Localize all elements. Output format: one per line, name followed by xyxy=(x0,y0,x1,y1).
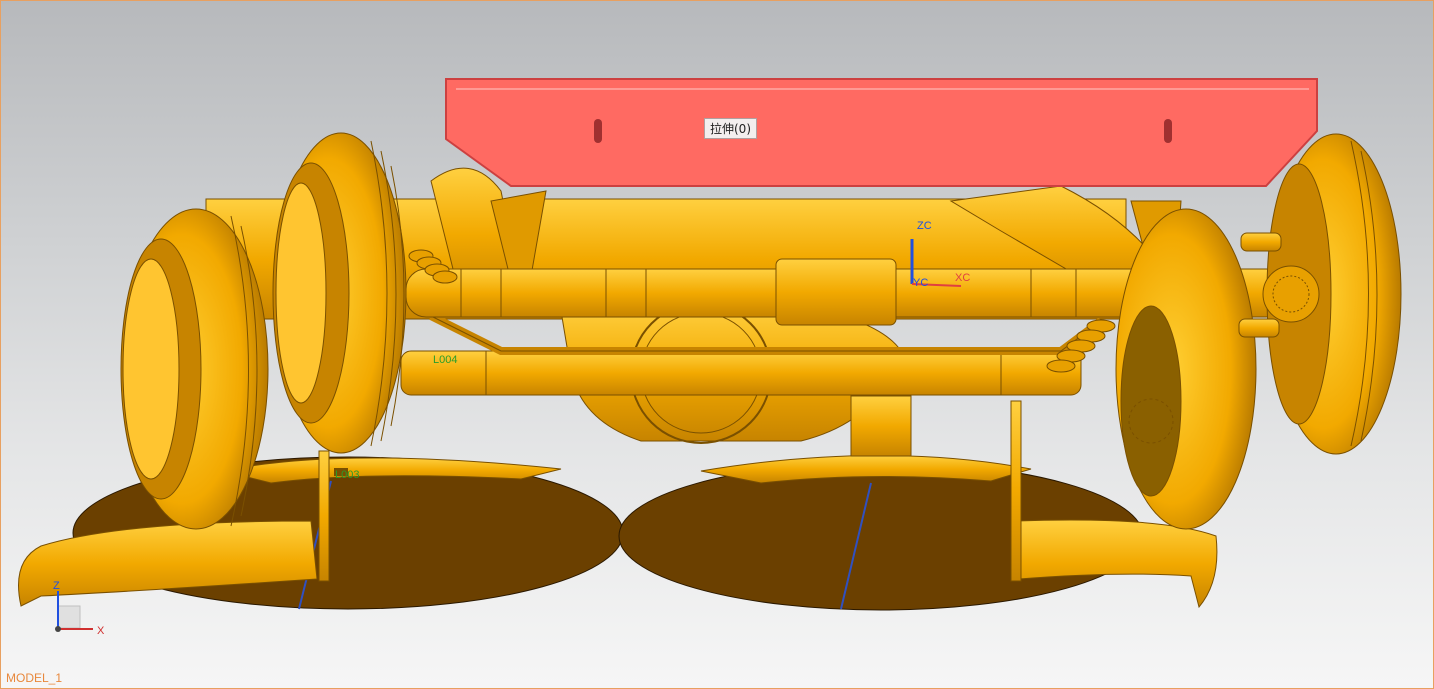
model-name: MODEL_1 xyxy=(6,671,63,685)
label-l004: L004 xyxy=(433,354,457,366)
graphics-viewport[interactable]: L004 L003 ZC YC XC Z X 拉伸(0) MODEL_1 xyxy=(0,0,1434,689)
right-post xyxy=(1010,400,1022,582)
left-post xyxy=(318,450,330,582)
wcs-z-label: ZC xyxy=(917,220,932,232)
triad-x-label: X xyxy=(97,625,105,637)
triad-z-label: Z xyxy=(53,580,60,592)
left-rear-wheel[interactable] xyxy=(120,208,269,530)
wcs-y-label: YC xyxy=(913,277,928,289)
right-rear-wheel[interactable] xyxy=(1115,208,1257,530)
label-l003: L003 xyxy=(335,469,359,481)
wcs-x-label: XC xyxy=(955,272,970,284)
cad-scene[interactable]: L004 L003 ZC YC XC Z X xyxy=(1,1,1433,688)
feature-tag-extrude[interactable]: 拉伸(0) xyxy=(704,118,757,139)
lower-axle[interactable] xyxy=(400,350,1082,396)
left-front-wheel[interactable] xyxy=(272,132,407,454)
extrude-body-highlight[interactable] xyxy=(445,78,1318,187)
